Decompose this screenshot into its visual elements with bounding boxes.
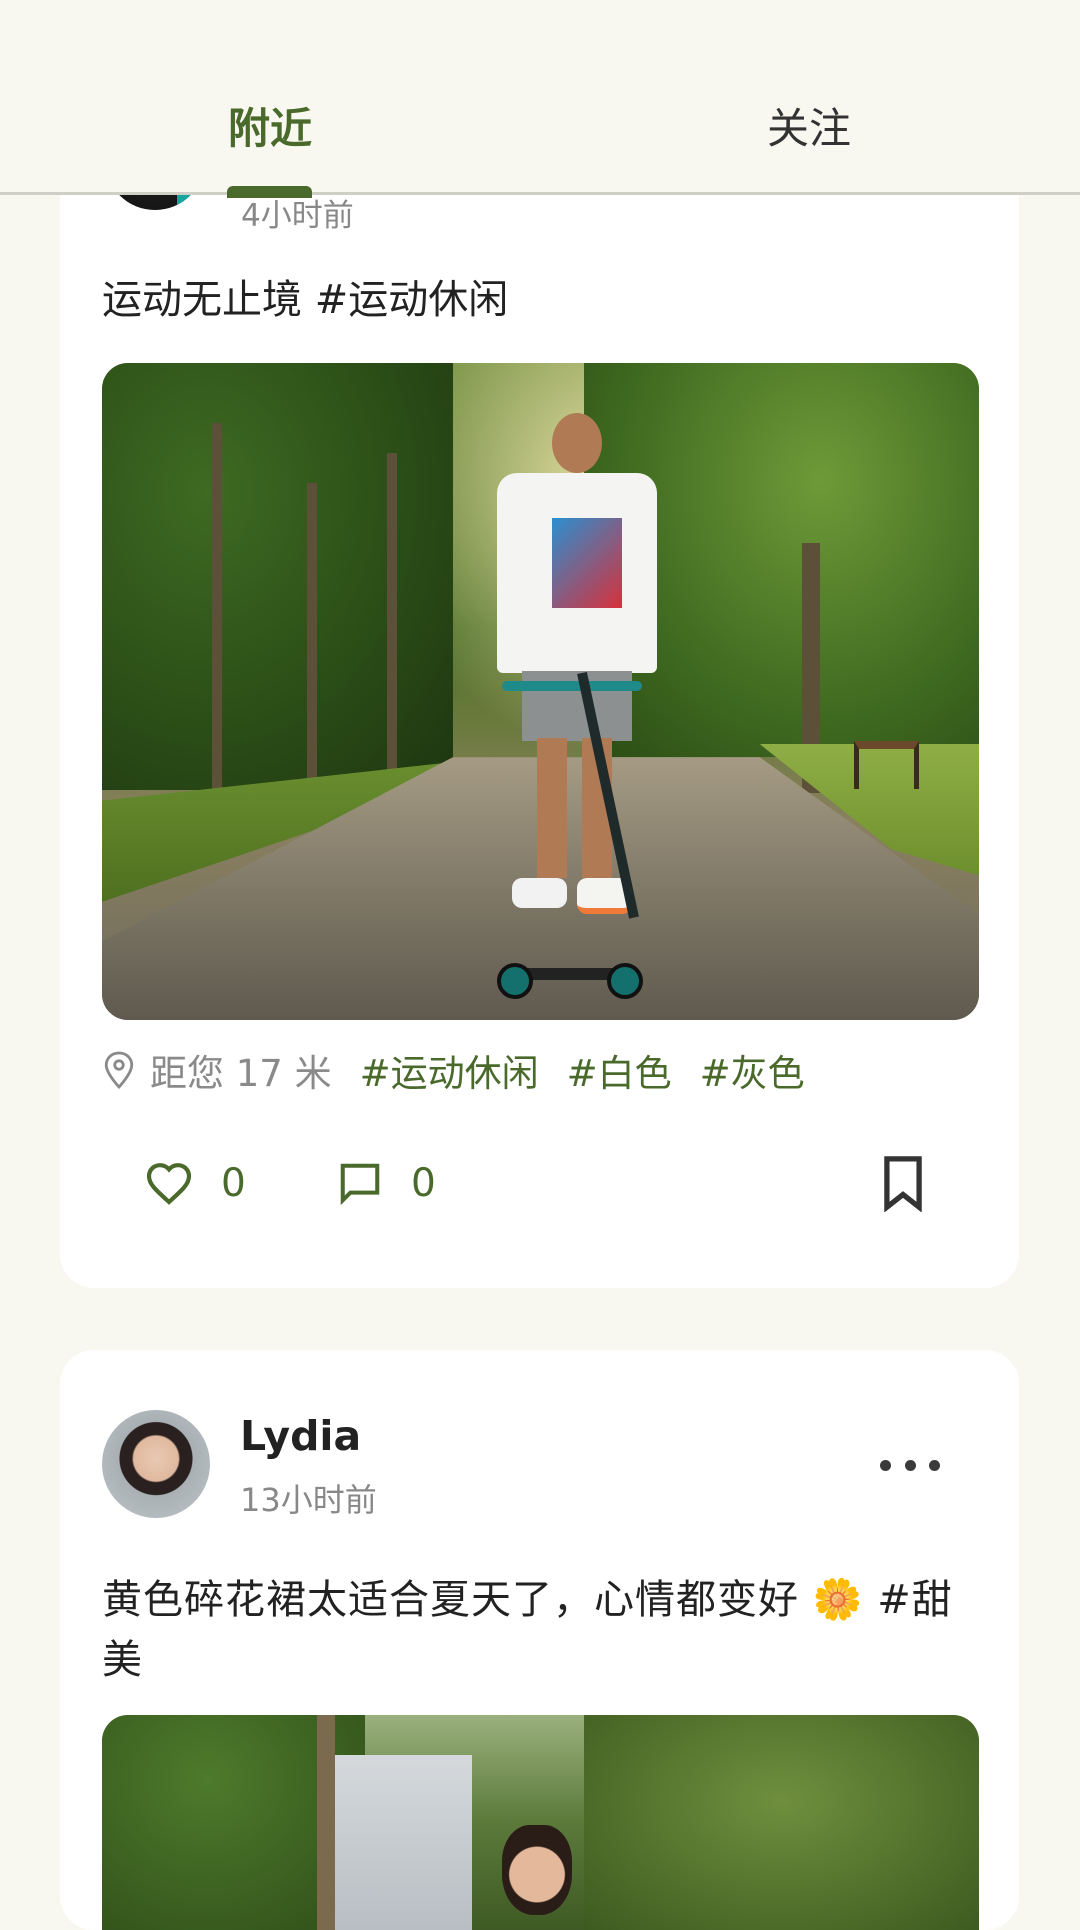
comment-count: 0: [411, 1160, 436, 1206]
more-icon: [880, 1459, 891, 1471]
more-icon: [904, 1459, 916, 1471]
like-count: 0: [221, 1160, 246, 1206]
tab-nearby[interactable]: 附近: [228, 95, 312, 156]
bookmark-icon: [884, 1156, 922, 1212]
heart-icon: [146, 1163, 192, 1205]
top-tab-bar: 附近 关注: [0, 0, 1080, 195]
tag-link[interactable]: #运动休闲: [360, 1043, 539, 1097]
bookmark-button[interactable]: [880, 1138, 926, 1228]
tab-following[interactable]: 关注: [767, 95, 851, 156]
comment-icon: [340, 1163, 380, 1206]
distance-label: 距您 17 米: [150, 1052, 332, 1095]
post-card[interactable]: 4小时前 运动无止境 #运动休闲 距您 17 米 #运动休闲 #白色 #灰色 0…: [60, 120, 1019, 1288]
comment-button[interactable]: 0: [337, 1138, 436, 1228]
post-text: 黄色碎花裙太适合夏天了，心情都变好 🌼 #甜美: [102, 1577, 953, 1683]
like-button[interactable]: 0: [145, 1138, 246, 1228]
tag-link[interactable]: #白色: [567, 1043, 672, 1097]
park-scooter-photo: [102, 363, 979, 1020]
post-text: 运动无止境 #运动休闲: [102, 277, 509, 323]
author-name[interactable]: Lydia: [240, 1412, 361, 1460]
post-image[interactable]: [102, 1715, 979, 1930]
post-meta: 距您 17 米 #运动休闲 #白色 #灰色: [102, 1045, 833, 1095]
location-icon: [104, 1051, 134, 1090]
post-time: 13小时前: [240, 1481, 377, 1519]
post-image[interactable]: [102, 363, 979, 1020]
park-dress-photo: [102, 1715, 979, 1930]
post-card[interactable]: Lydia 13小时前 黄色碎花裙太适合夏天了，心情都变好 🌼 #甜美: [60, 1350, 1019, 1930]
more-button[interactable]: [880, 1445, 940, 1485]
post-actions: 0 0: [60, 1138, 1019, 1228]
active-tab-indicator: [227, 186, 312, 198]
more-icon: [929, 1459, 940, 1471]
tag-link[interactable]: #灰色: [700, 1043, 805, 1097]
avatar[interactable]: [102, 1410, 210, 1518]
